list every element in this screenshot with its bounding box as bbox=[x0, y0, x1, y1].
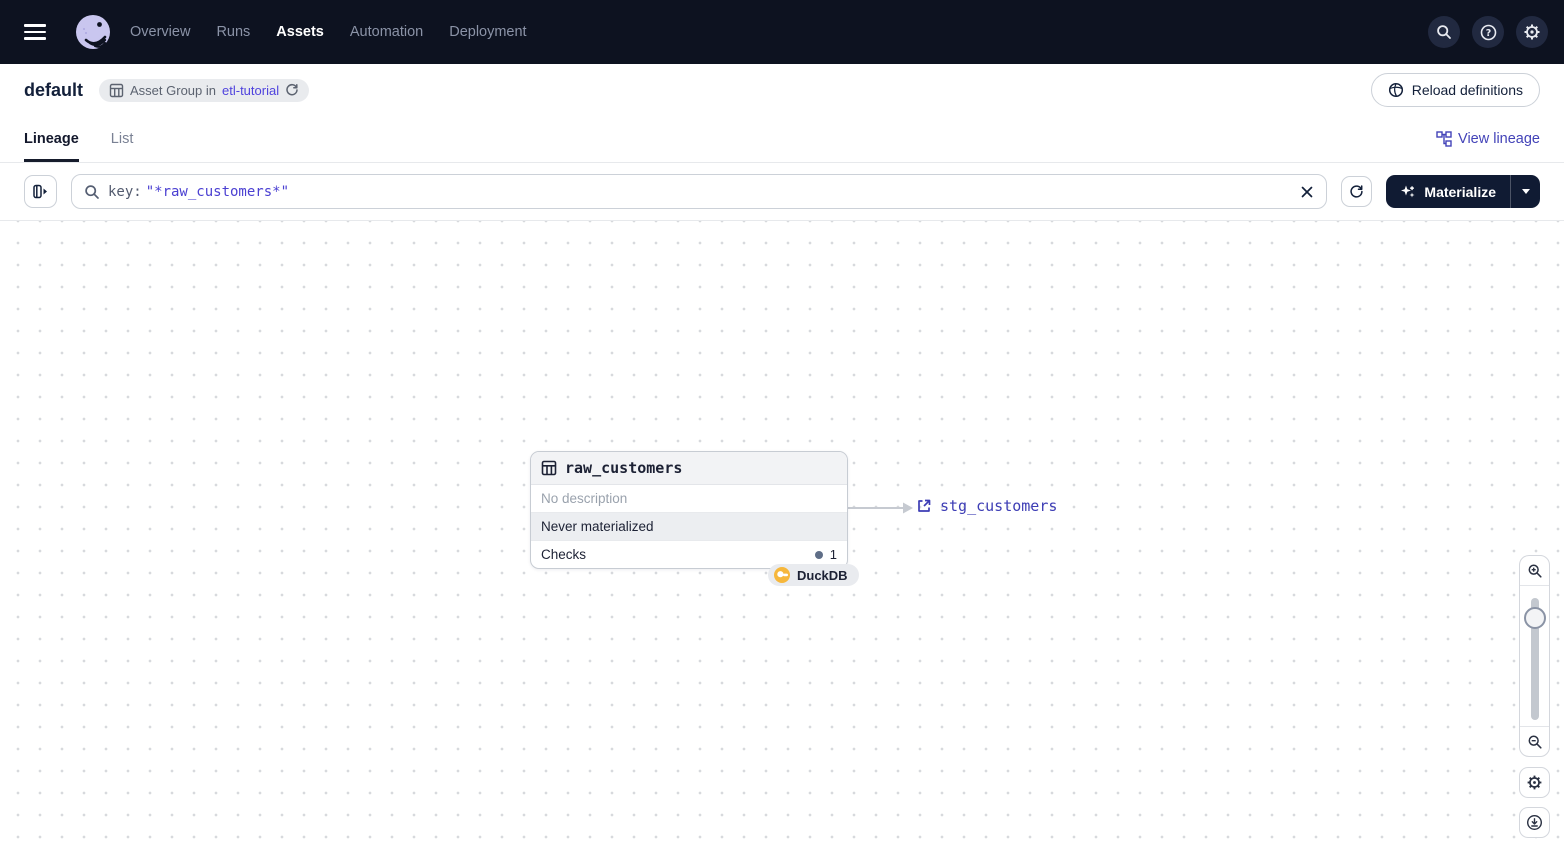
gear-icon bbox=[1524, 24, 1540, 40]
nav-assets[interactable]: Assets bbox=[276, 24, 324, 40]
tabs-bar: Lineage List View lineage bbox=[0, 116, 1564, 163]
download-icon bbox=[1526, 814, 1543, 831]
help-button[interactable]: ? bbox=[1472, 16, 1504, 48]
materialize-label: Materialize bbox=[1424, 183, 1496, 200]
asset-group-badge: Asset Group in etl-tutorial bbox=[99, 78, 310, 102]
external-link-icon bbox=[918, 499, 931, 512]
materialize-dropdown-button[interactable] bbox=[1510, 175, 1540, 208]
asset-node-status: Never materialized bbox=[531, 513, 847, 541]
asset-group-badge-label: Asset Group in bbox=[130, 82, 217, 98]
settings-button[interactable] bbox=[1516, 16, 1548, 48]
search-icon bbox=[1437, 25, 1451, 39]
reload-icon bbox=[1388, 82, 1403, 98]
filter-value-token: "*raw_customers*" bbox=[145, 183, 290, 200]
page-title: default bbox=[24, 79, 84, 100]
dagster-logo[interactable] bbox=[74, 13, 112, 51]
zoom-slider-handle[interactable] bbox=[1523, 607, 1546, 629]
asset-group-icon bbox=[109, 83, 124, 97]
zoom-in-button[interactable] bbox=[1520, 556, 1549, 586]
table-icon bbox=[541, 460, 557, 476]
asset-node-title: raw_customers bbox=[565, 459, 683, 477]
nav-automation[interactable]: Automation bbox=[350, 24, 423, 40]
toggle-sidebar-button[interactable] bbox=[24, 175, 57, 208]
refresh-icon bbox=[1350, 185, 1364, 198]
gear-icon bbox=[1527, 775, 1542, 790]
close-icon bbox=[1302, 186, 1313, 197]
kind-badge-label: DuckDB bbox=[797, 567, 848, 583]
nav-deployment[interactable]: Deployment bbox=[449, 24, 526, 40]
zoom-out-button[interactable] bbox=[1520, 726, 1549, 756]
zoom-in-icon bbox=[1528, 564, 1542, 578]
downstream-asset-label: stg_customers bbox=[940, 497, 1058, 515]
global-search-button[interactable] bbox=[1428, 16, 1460, 48]
topbar-actions: ? bbox=[1428, 16, 1548, 48]
help-icon: ? bbox=[1480, 24, 1496, 40]
duckdb-icon bbox=[774, 567, 790, 583]
kind-badge-duckdb[interactable]: DuckDB bbox=[768, 564, 859, 586]
graph-settings-button[interactable] bbox=[1519, 767, 1550, 798]
hamburger-menu-icon[interactable] bbox=[24, 14, 60, 50]
reload-definitions-button[interactable]: Reload definitions bbox=[1370, 73, 1540, 107]
view-lineage-label: View lineage bbox=[1458, 131, 1540, 147]
tab-list[interactable]: List bbox=[111, 116, 134, 162]
lineage-canvas[interactable]: raw_customers No description Never mater… bbox=[0, 221, 1564, 850]
search-icon bbox=[85, 184, 99, 199]
sparkle-icon bbox=[1401, 185, 1415, 197]
checks-label: Checks bbox=[541, 547, 587, 562]
asset-node-raw-customers[interactable]: raw_customers No description Never mater… bbox=[530, 451, 848, 569]
download-graph-button[interactable] bbox=[1519, 807, 1550, 838]
lineage-toolbar: key: "*raw_customers*" Materialize bbox=[0, 163, 1564, 221]
zoom-control-panel bbox=[1519, 555, 1550, 757]
chevron-down-icon bbox=[1521, 189, 1530, 194]
filter-key-token: key: bbox=[108, 183, 142, 200]
refresh-graph-button[interactable] bbox=[1341, 176, 1373, 207]
tab-lineage[interactable]: Lineage bbox=[24, 116, 79, 162]
lineage-graph-icon bbox=[1436, 131, 1452, 147]
materialize-split-button: Materialize bbox=[1386, 175, 1540, 208]
asset-filter-input[interactable]: key: "*raw_customers*" bbox=[71, 174, 1328, 209]
svg-text:?: ? bbox=[1485, 27, 1491, 38]
sync-status-icon[interactable] bbox=[285, 83, 299, 97]
downstream-asset-stg-customers[interactable]: stg_customers bbox=[916, 497, 1057, 515]
top-navigation-bar: Overview Runs Assets Automation Deployme… bbox=[0, 0, 1564, 64]
checks-count: 1 bbox=[829, 547, 837, 562]
check-status-dot bbox=[814, 550, 823, 559]
materialize-button[interactable]: Materialize bbox=[1386, 175, 1510, 208]
nav-overview[interactable]: Overview bbox=[130, 24, 190, 40]
reload-definitions-label: Reload definitions bbox=[1411, 82, 1523, 98]
primary-nav: Overview Runs Assets Automation Deployme… bbox=[130, 24, 527, 40]
view-lineage-link[interactable]: View lineage bbox=[1436, 116, 1540, 162]
asset-node-header[interactable]: raw_customers bbox=[531, 452, 847, 485]
asset-node-description: No description bbox=[531, 485, 847, 513]
nav-runs[interactable]: Runs bbox=[216, 24, 250, 40]
expand-panel-icon bbox=[33, 184, 47, 199]
page-header: default Asset Group in etl-tutorial Relo… bbox=[0, 64, 1564, 116]
clear-filter-button[interactable] bbox=[1300, 185, 1314, 199]
code-location-link[interactable]: etl-tutorial bbox=[222, 83, 279, 98]
zoom-out-icon bbox=[1528, 735, 1542, 749]
